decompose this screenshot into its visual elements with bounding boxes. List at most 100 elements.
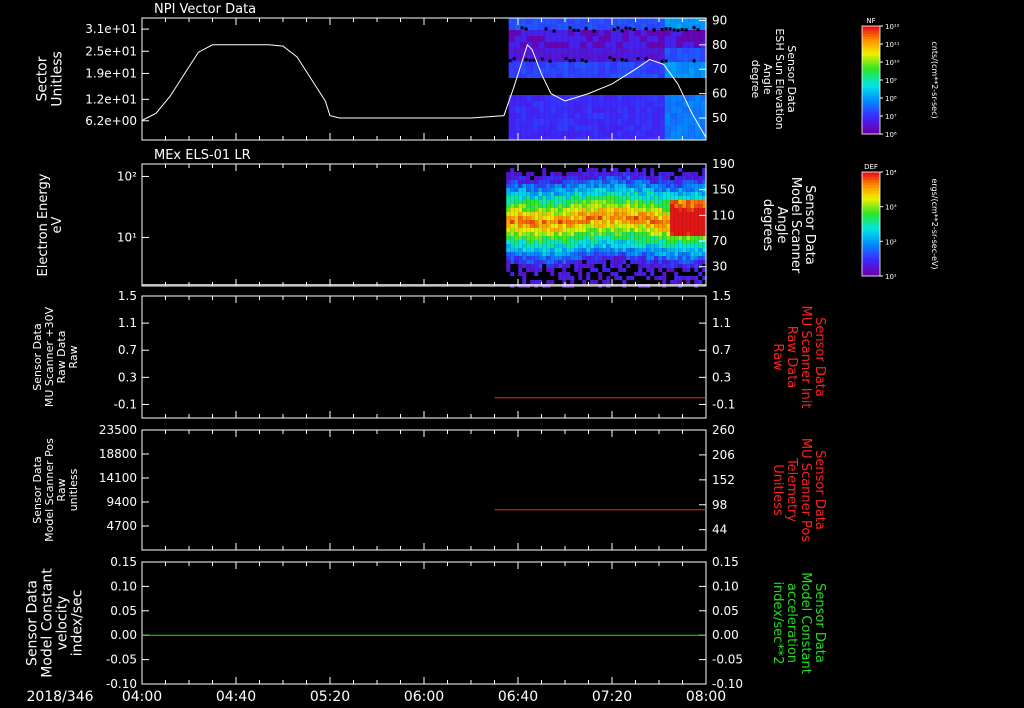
spectrogram-cell (538, 256, 543, 260)
spectrogram-cell (658, 200, 663, 204)
spectrogram-cell (634, 200, 639, 204)
spectrogram-cell (518, 228, 523, 232)
spectrogram-cell (614, 248, 619, 252)
spectrogram-cell (520, 119, 527, 125)
spectrogram-cell (664, 131, 671, 137)
spectrogram-cell (514, 220, 519, 224)
spectrogram-cell (646, 196, 651, 200)
spectrogram-cell (542, 228, 547, 232)
spectrogram-cell (682, 68, 689, 74)
spectrogram-cell (556, 113, 563, 119)
spectrogram-cell (518, 232, 523, 236)
y-tick-label: 1.2e+01 (85, 92, 137, 106)
spectrogram-cell (526, 248, 531, 252)
spectrogram-cell (606, 232, 611, 236)
spectrogram-cell (598, 30, 605, 36)
spectrogram-cell (592, 48, 599, 54)
spectrogram-cell (532, 36, 539, 42)
spectrogram-cell (650, 180, 655, 184)
spectrogram-cell (598, 276, 603, 280)
spectrogram-cell (538, 200, 543, 204)
spectrogram-cell (674, 248, 679, 252)
spectrogram-cell (506, 248, 511, 252)
spectrogram-cell (550, 68, 557, 74)
spectrogram-cell (686, 200, 691, 204)
y-axis-label: index/sec (70, 590, 86, 657)
spectrogram-cell (562, 192, 567, 196)
spectrogram-cell (594, 192, 599, 196)
spectrogram-cell (666, 256, 671, 260)
spectrogram-cell (598, 54, 605, 60)
spectrogram-cell (590, 200, 595, 204)
spectrogram-cell (556, 62, 563, 68)
spectrogram-cell (566, 180, 571, 184)
spectrogram-cell (546, 188, 551, 192)
spectrogram-cell (532, 24, 539, 30)
spectrogram-cell (550, 236, 555, 240)
spectrogram-cell (686, 264, 691, 268)
spectrogram-cell (686, 248, 691, 252)
spectrogram-cell (538, 232, 543, 236)
spectrogram-cell (650, 260, 655, 264)
spectrogram-cell (586, 95, 593, 101)
spectrogram-cell (658, 268, 663, 272)
right-axis-label: acceleration (784, 583, 799, 663)
spectrogram-cell (670, 48, 677, 54)
spectrogram-cell (604, 68, 611, 74)
spectrogram-cell (592, 36, 599, 42)
spectrogram-cell (670, 101, 677, 107)
spectrogram-cell (542, 240, 547, 244)
spectrogram-cell (628, 107, 635, 113)
spectrogram-cell (690, 212, 695, 216)
spectrogram-cell (614, 240, 619, 244)
spectrogram-cell (546, 228, 551, 232)
right-y-tick-label: 30 (712, 260, 727, 274)
spectrogram-cell (582, 244, 587, 248)
spectrogram-cell (670, 125, 677, 131)
spectrogram-cell (580, 125, 587, 131)
panel5: 0.150.100.050.00-0.05-0.100.150.100.050.… (25, 555, 828, 691)
spectrogram-cell (616, 62, 623, 68)
spectrogram-cell (686, 280, 691, 284)
spectrogram-cell (622, 62, 629, 68)
spectrogram-cell (562, 220, 567, 224)
spectrogram-cell (598, 184, 603, 188)
spectrogram-cell (510, 272, 515, 276)
spectrogram-cell (630, 180, 635, 184)
spectrogram-cell (538, 62, 545, 68)
spectrogram-cell (598, 107, 605, 113)
colorbar-tick-label: 10² (885, 238, 897, 246)
spectrogram-cell (594, 176, 599, 180)
spectrogram-cell (558, 260, 563, 264)
spectrogram-cell (630, 208, 635, 212)
spectrogram-cell (586, 200, 591, 204)
spectrogram-cell (654, 204, 659, 208)
spectrogram-cell (586, 54, 593, 60)
spectrogram-cell (650, 232, 655, 236)
spectrogram-cell (676, 119, 683, 125)
spectrogram-cell (592, 101, 599, 107)
spectrogram-cell (556, 36, 563, 42)
spectrogram-cell (634, 180, 639, 184)
spectrogram-cell (678, 216, 683, 220)
spectrogram-cell (626, 236, 631, 240)
spectrogram-cell (676, 125, 683, 131)
spectrogram-cell (530, 244, 535, 248)
spectrogram-cell (618, 260, 623, 264)
spectrogram-cell (546, 184, 551, 188)
spectrogram-cell (562, 264, 567, 268)
spectrogram-cell (550, 113, 557, 119)
spectrogram-cell (686, 204, 691, 208)
spectrogram-cell (562, 244, 567, 248)
spectrogram-cell (578, 268, 583, 272)
spectrogram-cell (646, 176, 651, 180)
spectrogram-cell (658, 276, 663, 280)
spectrogram-cell (550, 107, 557, 113)
spectrogram-cell (618, 192, 623, 196)
spectrogram-cell (670, 200, 675, 204)
spectrogram-cell (646, 62, 653, 68)
panel3: 1.51.10.70.3-0.11.51.10.70.3-0.1Sensor D… (31, 289, 827, 419)
spectrogram-cell (518, 176, 523, 180)
spectrogram-cell (526, 232, 531, 236)
spectrogram-cell (544, 131, 551, 137)
